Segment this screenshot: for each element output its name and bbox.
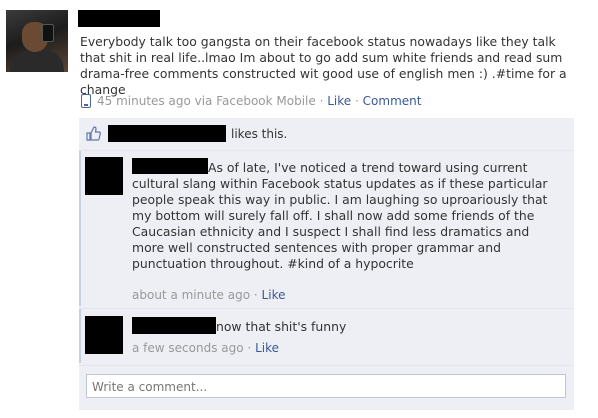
comment-link[interactable]: Comment (363, 94, 422, 108)
comment-time[interactable]: about a minute ago (132, 288, 250, 302)
divider (79, 365, 574, 366)
likes-text: likes this. (231, 127, 288, 141)
thumbs-up-icon (86, 126, 101, 141)
comment-like-link[interactable]: Like (262, 288, 286, 302)
meta-dot: · (319, 94, 324, 108)
comment-text: now that shit's funny (216, 319, 347, 334)
meta-dot: · (247, 341, 252, 355)
post-time[interactable]: 45 minutes ago via Facebook Mobile (97, 94, 316, 108)
comment-meta: about a minute ago · Like (132, 288, 285, 302)
divider (79, 308, 574, 309)
liker-name-redacted[interactable] (108, 125, 226, 142)
divider (79, 150, 574, 151)
comment-meta: a few seconds ago · Like (132, 341, 279, 355)
comment-indent-bar (79, 151, 81, 306)
avatar-shirt (10, 50, 64, 72)
commenter-avatar[interactable] (85, 157, 123, 195)
like-link[interactable]: Like (327, 94, 351, 108)
commenter-avatar[interactable] (85, 316, 123, 354)
avatar-phone (42, 24, 54, 42)
comment-text: As of late, I've noticed a trend toward … (132, 160, 548, 271)
meta-dot: · (253, 288, 258, 302)
comment-time[interactable]: a few seconds ago (132, 341, 244, 355)
meta-dot: · (355, 94, 359, 108)
post-meta: 45 minutes ago via Facebook Mobile · Lik… (97, 94, 421, 108)
comment-like-link[interactable]: Like (255, 341, 279, 355)
comment-indent-bar (79, 309, 81, 363)
commenter-name-redacted[interactable] (132, 317, 216, 334)
status-text: Everybody talk too gangsta on their face… (80, 34, 567, 97)
comment-input[interactable]: Write a comment... (86, 374, 566, 398)
poster-avatar[interactable] (6, 10, 68, 72)
mobile-icon (81, 94, 91, 108)
poster-name-redacted[interactable] (78, 10, 160, 27)
